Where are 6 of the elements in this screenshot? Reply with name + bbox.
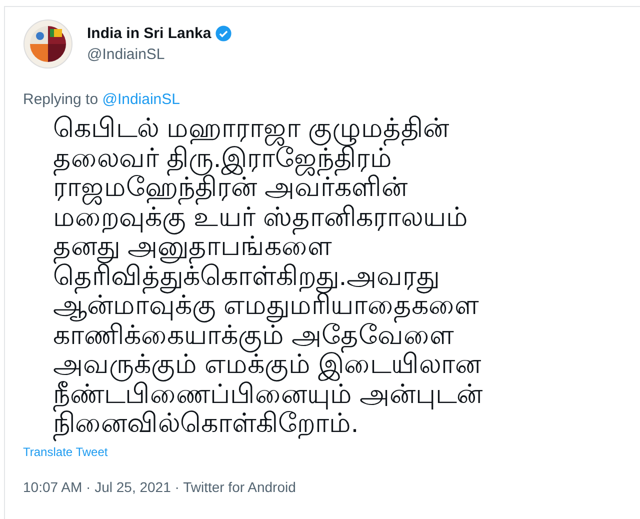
account-handle[interactable]: @IndiainSL <box>87 46 232 63</box>
logo-icon <box>23 19 73 69</box>
tweet-text-line: கெபிடல் மஹாராஜா குழுமத்தின் <box>53 114 640 144</box>
tweet-timestamp: 10:07 AM · Jul 25, 2021 · Twitter for Android <box>23 478 297 494</box>
account-name[interactable]: India in Sri Lanka <box>87 25 212 42</box>
replying-to-text: Replying to @IndiainSL <box>23 91 181 108</box>
